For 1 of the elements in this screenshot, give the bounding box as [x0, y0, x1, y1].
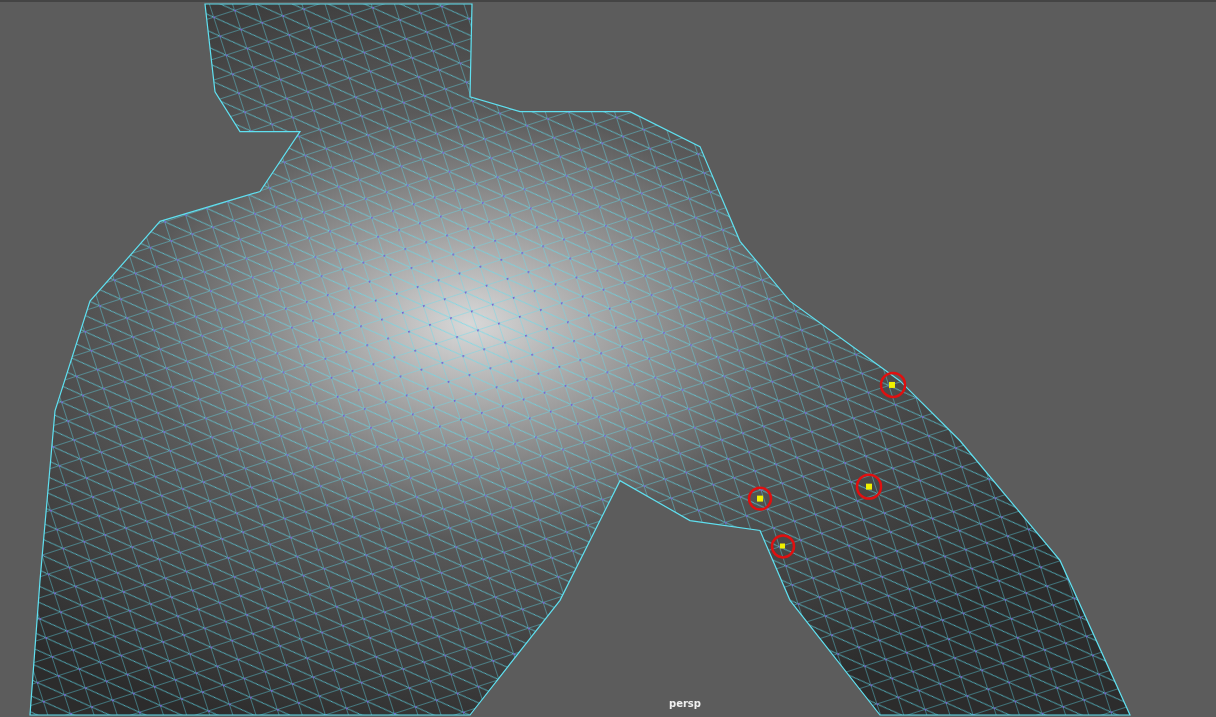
camera-label: persp	[669, 698, 701, 709]
